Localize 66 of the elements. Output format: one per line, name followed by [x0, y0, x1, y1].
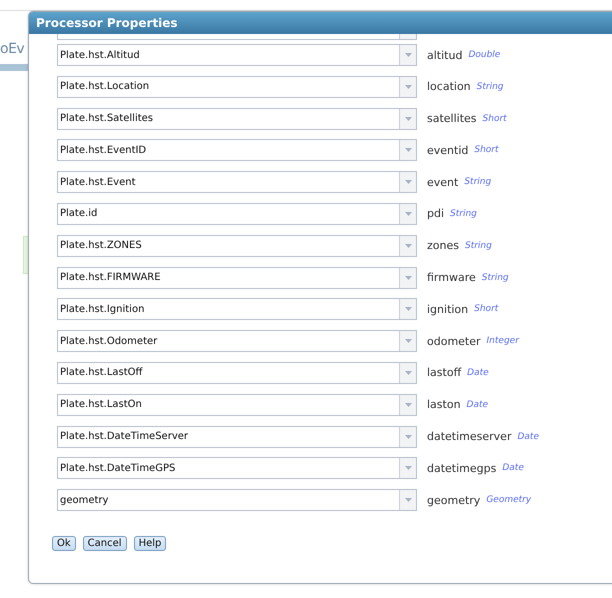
dialog-button[interactable]: Cancel — [82, 536, 127, 552]
caret-icon — [404, 276, 412, 280]
caret-icon — [404, 212, 412, 216]
property-name: geometry — [427, 494, 480, 507]
dropdown-field[interactable]: Plate.hst.Altitud — [57, 44, 417, 66]
caret-icon — [404, 434, 412, 439]
dropdown-field[interactable]: Plate.hst.DateTimeGPS — [57, 457, 417, 480]
dropdown-field[interactable]: Plate.hst.FIRMWARE — [57, 266, 417, 289]
dropdown-field[interactable]: Plate.hst.LastOff — [57, 362, 417, 384]
property-name: satellites — [427, 112, 477, 126]
dropdown-field[interactable]: Plate.hst.ZONES — [57, 234, 417, 257]
dropdown-field[interactable]: Plate.hst.Ignition — [57, 298, 417, 320]
property-name: datetimegps — [427, 462, 496, 475]
property-type: Double — [468, 50, 500, 60]
property-type: Short — [474, 304, 498, 314]
property-type: String — [464, 240, 492, 251]
tab-label[interactable]: oEv — [0, 41, 24, 57]
dropdown-field[interactable]: Plate.hst.EventID — [57, 139, 417, 162]
property-name: event — [427, 176, 458, 189]
dropdown-field[interactable]: geometry — [57, 489, 417, 512]
caret-icon — [404, 402, 412, 407]
property-name: firmware — [427, 271, 476, 284]
property-name: odometer — [427, 334, 481, 348]
dropdown-field[interactable]: Plate.id — [57, 202, 417, 225]
property-type: Date — [467, 368, 489, 378]
dropdown-field[interactable]: Plate.hst.LastOn — [57, 394, 417, 416]
property-name: eventid — [427, 144, 468, 157]
caret-icon — [404, 244, 412, 248]
property-type: String — [482, 272, 509, 283]
dropdown-field[interactable]: Plate.hst.Satellites — [57, 108, 417, 130]
property-type: Date — [466, 400, 488, 410]
dropdown-field[interactable]: Plate.hst.Event — [57, 171, 417, 194]
caret-icon — [404, 498, 412, 502]
property-type: String — [476, 82, 504, 92]
property-name: altitud — [427, 48, 462, 62]
tab-underline — [0, 64, 30, 71]
property-type: String — [450, 208, 477, 219]
property-name: location — [427, 80, 471, 94]
property-type: Date — [502, 463, 524, 474]
property-type: Short — [474, 145, 499, 156]
property-name: pdi — [427, 207, 444, 220]
dialog-button[interactable]: Help — [134, 536, 166, 552]
caret-icon — [404, 339, 412, 344]
dropdown-field[interactable]: Plate.hst.Odometer — [57, 330, 417, 352]
dialog-title: Processor Properties — [36, 16, 178, 30]
caret-icon — [404, 466, 412, 470]
property-type: Integer — [486, 336, 519, 346]
caret-icon — [404, 84, 412, 89]
property-name: datetimeserver — [427, 430, 512, 444]
dialog-button[interactable]: Ok — [52, 536, 76, 552]
caret-icon — [404, 307, 412, 312]
caret-icon — [404, 148, 412, 152]
dropdown-field[interactable]: Plate.hst.DateTimeServer — [57, 426, 417, 448]
property-type: Geometry — [486, 495, 532, 506]
property-type: String — [464, 177, 492, 188]
caret-icon — [404, 53, 412, 57]
property-name: zones — [427, 239, 459, 252]
caret-icon — [404, 116, 412, 121]
property-name: laston — [427, 398, 461, 412]
caret-icon — [404, 370, 412, 375]
property-name: ignition — [427, 302, 468, 316]
property-name: lastoff — [427, 366, 462, 380]
caret-icon — [404, 180, 412, 184]
property-type: Short — [482, 114, 507, 124]
dropdown-field[interactable]: Plate.hst.Location — [57, 76, 417, 98]
property-type: Date — [517, 432, 539, 442]
